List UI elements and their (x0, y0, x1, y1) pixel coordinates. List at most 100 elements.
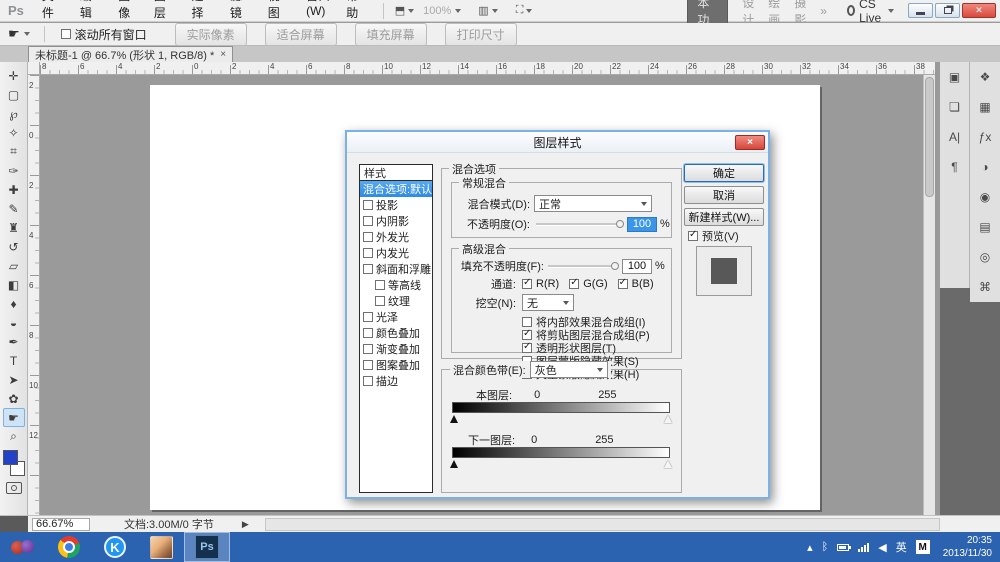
pen-tool[interactable]: ✒ (3, 332, 25, 351)
dialog-close-button[interactable]: × (735, 135, 765, 150)
channel-checkbox[interactable] (618, 279, 628, 289)
brush-tool[interactable]: ✎ (3, 199, 25, 218)
ok-button[interactable]: 确定 (684, 164, 764, 182)
adjustments-panel-icon[interactable]: ◑ (974, 158, 996, 176)
style-item-checkbox[interactable] (363, 216, 373, 226)
mini-bridge-panel-icon[interactable]: ▣ (944, 68, 966, 86)
eraser-tool[interactable]: ▱ (3, 256, 25, 275)
volume-icon[interactable]: ◀ (878, 541, 886, 554)
style-list-item[interactable]: 内阴影 (360, 213, 432, 229)
style-item-checkbox[interactable] (375, 280, 385, 290)
taskbar-app-swirl[interactable] (0, 532, 46, 562)
channel-checkbox-row[interactable]: G(G) (569, 278, 607, 290)
preview-option[interactable]: 预览(V) (688, 228, 739, 244)
blend-mode-select[interactable]: 正常 (534, 195, 652, 212)
style-item-checkbox[interactable] (363, 328, 373, 338)
gradient-tool[interactable]: ◧ (3, 275, 25, 294)
tab-close-icon[interactable]: × (220, 49, 226, 60)
style-list-item[interactable]: 渐变叠加 (360, 341, 432, 357)
quick-selection-tool[interactable]: ✧ (3, 123, 25, 142)
options-button[interactable]: 填充屏幕 (355, 23, 427, 46)
cs-live-button[interactable]: CS Live (847, 0, 894, 25)
advanced-option-checkbox[interactable] (522, 343, 532, 353)
vertical-scrollbar[interactable] (923, 75, 935, 515)
screen-mode-button[interactable]: ⛶ (511, 4, 538, 17)
foreground-color-swatch[interactable] (3, 450, 18, 465)
channel-checkbox[interactable] (569, 279, 579, 289)
paragraph-panel-icon[interactable]: ¶ (944, 158, 966, 176)
style-list-item[interactable]: 光泽 (360, 309, 432, 325)
dialog-titlebar[interactable]: 图层样式 (347, 132, 768, 153)
horizontal-scrollbar[interactable] (265, 518, 940, 531)
advanced-option-checkbox[interactable] (522, 317, 532, 327)
masks-panel-icon[interactable]: ◉ (974, 188, 996, 206)
restore-button[interactable] (935, 3, 960, 18)
crop-tool[interactable]: ⌗ (3, 142, 25, 161)
ime-icon[interactable]: M (916, 540, 930, 554)
style-list-item[interactable]: 外发光 (360, 229, 432, 245)
view-extras-button[interactable]: ⬒ (390, 4, 419, 17)
scroll-all-windows-checkbox[interactable] (61, 29, 71, 39)
brush-presets-panel-icon[interactable]: ❏ (944, 98, 966, 116)
blend-if-select[interactable]: 灰色 (530, 361, 608, 378)
styles-panel-icon[interactable]: ƒx (974, 128, 996, 146)
history-brush-tool[interactable]: ↺ (3, 237, 25, 256)
status-zoom-input[interactable]: 66.67% (32, 518, 90, 531)
underlying-layer-gradient-bar[interactable] (452, 447, 670, 458)
advanced-option-checkbox[interactable] (522, 330, 532, 340)
taskbar-app-qq[interactable] (138, 532, 184, 562)
style-item-checkbox[interactable] (363, 264, 373, 274)
this-layer-black-marker[interactable] (450, 415, 458, 423)
character-panel-icon[interactable]: A| (944, 128, 966, 146)
taskbar-app-kugou[interactable]: K (92, 532, 138, 562)
path-selection-tool[interactable]: ➤ (3, 370, 25, 389)
underlying-layer-black-marker[interactable] (450, 460, 458, 468)
style-list-item[interactable]: 混合选项:默认 (360, 181, 432, 197)
paths-panel-icon[interactable]: ⌘ (974, 278, 996, 296)
style-item-checkbox[interactable] (363, 312, 373, 322)
language-indicator[interactable]: 英 (896, 539, 907, 555)
dodge-tool[interactable]: ◒ (3, 313, 25, 332)
style-item-checkbox[interactable] (363, 344, 373, 354)
opacity-slider[interactable] (536, 223, 621, 226)
this-layer-white-marker[interactable] (664, 415, 672, 423)
channel-checkbox[interactable] (522, 279, 532, 289)
fill-opacity-slider-thumb[interactable] (611, 262, 619, 270)
style-list-item[interactable]: 斜面和浮雕 (360, 261, 432, 277)
underlying-layer-white-marker[interactable] (664, 460, 672, 468)
channel-checkbox-row[interactable]: B(B) (618, 278, 654, 290)
knockout-select[interactable]: 无 (522, 294, 574, 311)
move-tool[interactable]: ✛ (3, 66, 25, 85)
clock[interactable]: 20:35 2013/11/30 (939, 534, 992, 560)
fill-opacity-slider[interactable] (548, 265, 616, 268)
taskbar-app-chrome[interactable] (46, 532, 92, 562)
color-panel-icon[interactable]: ❖ (974, 68, 996, 86)
workspace-overflow-icon[interactable]: » (820, 4, 825, 18)
options-button[interactable]: 适合屏幕 (265, 23, 337, 46)
new-style-button[interactable]: 新建样式(W)... (684, 208, 764, 226)
channel-checkbox-row[interactable]: R(R) (522, 278, 559, 290)
zoom-tool[interactable]: ⌕ (3, 427, 25, 446)
arrange-documents-button[interactable]: ▥ (473, 4, 502, 17)
style-list-item[interactable]: 纹理 (360, 293, 432, 309)
lasso-tool[interactable]: ℘ (3, 104, 25, 123)
style-item-checkbox[interactable] (363, 360, 373, 370)
style-item-checkbox[interactable] (363, 248, 373, 258)
style-item-checkbox[interactable] (363, 376, 373, 386)
healing-brush-tool[interactable]: ✚ (3, 180, 25, 199)
hand-tool[interactable]: ☛ (3, 408, 25, 427)
zoom-level-field[interactable]: 100% (419, 5, 455, 17)
opacity-slider-thumb[interactable] (616, 220, 624, 228)
style-list-item[interactable]: 描边 (360, 373, 432, 389)
style-list-item[interactable]: 等高线 (360, 277, 432, 293)
battery-icon[interactable] (837, 544, 849, 551)
blur-tool[interactable]: ♦ (3, 294, 25, 313)
taskbar-app-photoshop[interactable]: Ps (184, 532, 230, 562)
close-button[interactable]: ✕ (962, 3, 996, 18)
type-tool[interactable]: T (3, 351, 25, 370)
layers-panel-icon[interactable]: ▤ (974, 218, 996, 236)
scrollbar-thumb[interactable] (925, 77, 934, 197)
cancel-button[interactable]: 取消 (684, 186, 764, 204)
quick-mask-icon[interactable] (6, 482, 22, 494)
document-tab[interactable]: 未标题-1 @ 66.7% (形状 1, RGB/8) * × (28, 46, 233, 62)
